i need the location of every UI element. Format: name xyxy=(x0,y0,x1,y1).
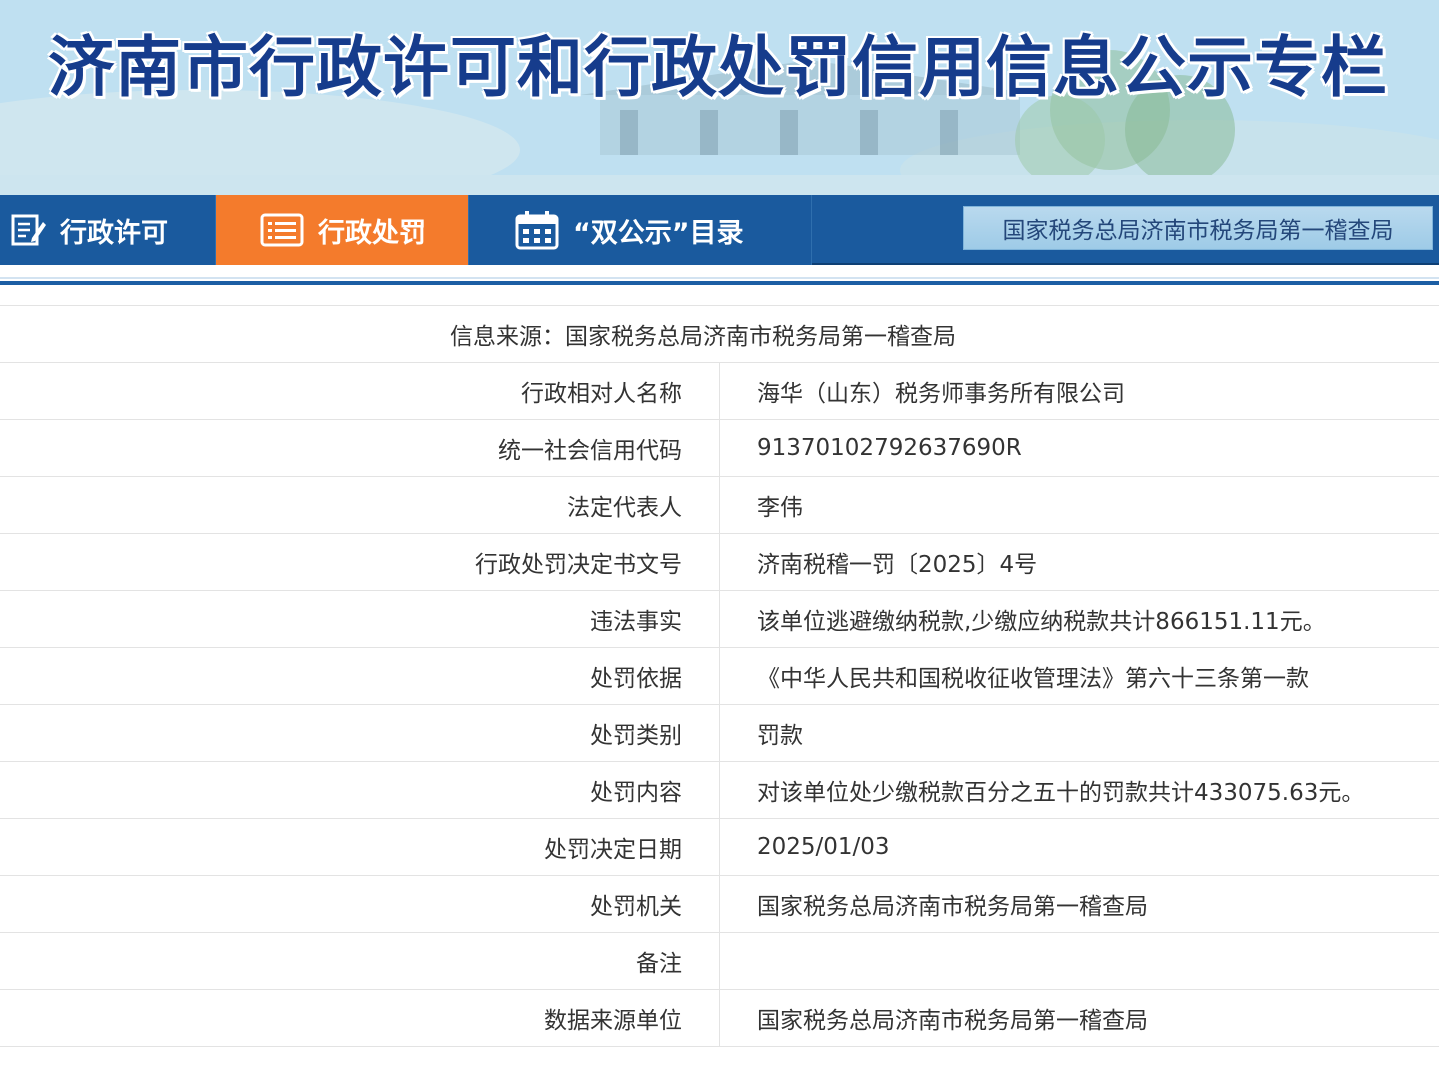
table-row: 备注 xyxy=(0,932,1439,990)
field-label: 处罚决定日期 xyxy=(0,818,720,876)
table-row: 行政相对人名称 海华（山东）税务师事务所有限公司 xyxy=(0,362,1439,420)
field-value: 国家税务总局济南市税务局第一稽查局 xyxy=(719,875,1439,933)
list-icon xyxy=(260,213,304,247)
agency-name-box: 国家税务总局济南市税务局第一稽查局 xyxy=(963,206,1433,250)
calendar-icon xyxy=(515,210,559,250)
nav-divider xyxy=(811,195,812,265)
field-value: 国家税务总局济南市税务局第一稽查局 xyxy=(719,989,1439,1047)
field-label: 处罚内容 xyxy=(0,761,720,819)
field-value: 罚款 xyxy=(719,704,1439,762)
field-value: 2025/01/03 xyxy=(719,818,1439,876)
tab-label: 行政许可 xyxy=(60,217,168,249)
content-separator xyxy=(0,265,1439,287)
site-title: 济南市行政许可和行政处罚信用信息公示专栏 xyxy=(48,29,1388,106)
tab-administrative-penalty[interactable]: 行政处罚 xyxy=(216,195,468,265)
field-value: 对该单位处少缴税款百分之五十的罚款共计433075.63元。 xyxy=(719,761,1439,819)
field-label: 统一社会信用代码 xyxy=(0,419,720,477)
main-nav: 行政许可 行政处罚 “双公示”目录 国家税务总局济南市税务局第一稽查局 xyxy=(0,195,1439,265)
tab-dual-disclosure-catalog[interactable]: “双公示”目录 xyxy=(469,195,811,265)
edit-document-icon xyxy=(10,212,46,248)
table-row: 法定代表人 李伟 xyxy=(0,476,1439,534)
site-banner: 济南市行政许可和行政处罚信用信息公示专栏 xyxy=(0,0,1439,195)
tab-label: 行政处罚 xyxy=(318,217,426,249)
field-label: 行政处罚决定书文号 xyxy=(0,533,720,591)
field-label: 处罚依据 xyxy=(0,647,720,705)
field-label: 法定代表人 xyxy=(0,476,720,534)
table-row: 数据来源单位 国家税务总局济南市税务局第一稽查局 xyxy=(0,989,1439,1047)
table-row: 处罚机关 国家税务总局济南市税务局第一稽查局 xyxy=(0,875,1439,933)
info-source: 信息来源：国家税务总局济南市税务局第一稽查局 xyxy=(0,305,1439,363)
field-value xyxy=(719,932,1439,990)
field-label: 违法事实 xyxy=(0,590,720,648)
field-value: 济南税稽一罚〔2025〕4号 xyxy=(719,533,1439,591)
table-row: 行政处罚决定书文号 济南税稽一罚〔2025〕4号 xyxy=(0,533,1439,591)
table-row: 处罚内容 对该单位处少缴税款百分之五十的罚款共计433075.63元。 xyxy=(0,761,1439,819)
table-row: 处罚类别 罚款 xyxy=(0,704,1439,762)
field-label: 行政相对人名称 xyxy=(0,362,720,420)
table-row: 处罚决定日期 2025/01/03 xyxy=(0,818,1439,876)
field-label: 处罚类别 xyxy=(0,704,720,762)
table-row: 处罚依据 《中华人民共和国税收征收管理法》第六十三条第一款 xyxy=(0,647,1439,705)
field-value: 《中华人民共和国税收征收管理法》第六十三条第一款 xyxy=(719,647,1439,705)
tab-label: “双公示”目录 xyxy=(573,217,744,249)
field-label: 处罚机关 xyxy=(0,875,720,933)
field-label: 备注 xyxy=(0,932,720,990)
field-value: 该单位逃避缴纳税款,少缴应纳税款共计866151.11元。 xyxy=(719,590,1439,648)
field-label: 数据来源单位 xyxy=(0,989,720,1047)
field-value: 海华（山东）税务师事务所有限公司 xyxy=(719,362,1439,420)
table-row: 违法事实 该单位逃避缴纳税款,少缴应纳税款共计866151.11元。 xyxy=(0,590,1439,648)
penalty-detail-table: 信息来源：国家税务总局济南市税务局第一稽查局 行政相对人名称 海华（山东）税务师… xyxy=(0,305,1439,1047)
table-row: 统一社会信用代码 91370102792637690R xyxy=(0,419,1439,477)
tab-administrative-permit[interactable]: 行政许可 xyxy=(0,195,215,265)
field-value: 李伟 xyxy=(719,476,1439,534)
source-row: 信息来源：国家税务总局济南市税务局第一稽查局 xyxy=(0,305,1439,363)
field-value: 91370102792637690R xyxy=(719,419,1439,477)
